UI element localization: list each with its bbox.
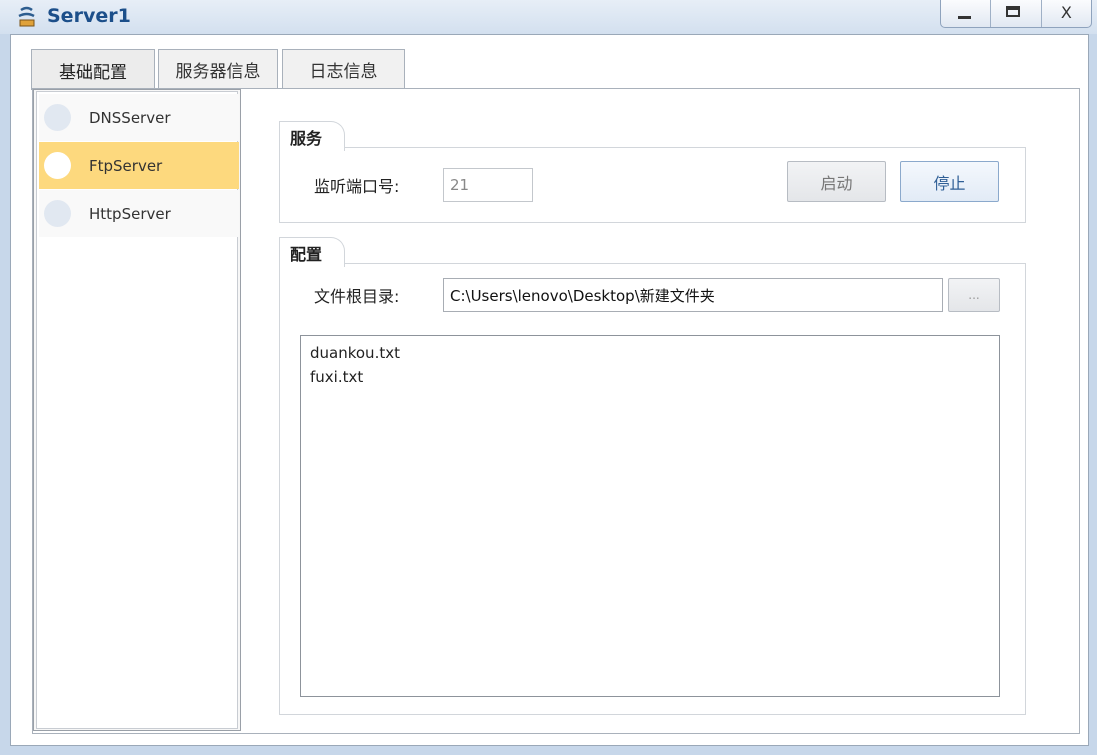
sidebar-item-dnsserver[interactable]: DNSServer [39, 94, 239, 141]
tab-server-info[interactable]: 服务器信息 [158, 49, 278, 89]
sidebar-item-label: FtpServer [89, 156, 163, 175]
server-list-sidebar: DNSServer FtpServer HttpServer [33, 89, 241, 731]
status-dot-icon [44, 152, 71, 179]
status-dot-icon [44, 104, 71, 131]
port-input[interactable] [443, 168, 533, 202]
maximize-button[interactable] [991, 0, 1042, 27]
maximize-icon [1006, 6, 1021, 17]
window-controls: X [940, 0, 1092, 28]
status-dot-icon [44, 200, 71, 227]
close-icon: X [1060, 3, 1072, 22]
sidebar-item-label: HttpServer [89, 204, 171, 223]
sidebar-item-label: DNSServer [89, 108, 171, 127]
close-button[interactable]: X [1042, 0, 1091, 27]
port-label: 监听端口号: [314, 177, 400, 196]
title-bar: Server1 X [0, 0, 1097, 34]
root-dir-label: 文件根目录: [314, 287, 400, 306]
root-dir-input[interactable] [443, 278, 943, 312]
server-list: DNSServer FtpServer HttpServer [36, 91, 239, 729]
stop-button[interactable]: 停止 [900, 161, 999, 202]
window-title: Server1 [47, 5, 131, 27]
tab-log-info[interactable]: 日志信息 [282, 49, 405, 89]
sidebar-item-httpserver[interactable]: HttpServer [39, 190, 239, 237]
start-button[interactable]: 启动 [787, 161, 886, 202]
sidebar-item-ftpserver[interactable]: FtpServer [39, 142, 239, 189]
service-group-title: 服务 [279, 121, 345, 151]
minimize-button[interactable] [941, 0, 992, 27]
file-list[interactable]: duankou.txt fuxi.txt [300, 335, 1000, 697]
window-body: 基础配置 服务器信息 日志信息 服务 监听端口号: 启动 停止 配置 文件根目录… [10, 34, 1089, 746]
minimize-icon [958, 16, 971, 19]
file-list-item[interactable]: fuxi.txt [310, 365, 990, 389]
tab-basic-config[interactable]: 基础配置 [31, 49, 155, 90]
browse-button[interactable]: ... [948, 278, 1000, 312]
file-list-item[interactable]: duankou.txt [310, 341, 990, 365]
config-group-title: 配置 [279, 237, 345, 267]
server-app-icon [18, 6, 35, 27]
